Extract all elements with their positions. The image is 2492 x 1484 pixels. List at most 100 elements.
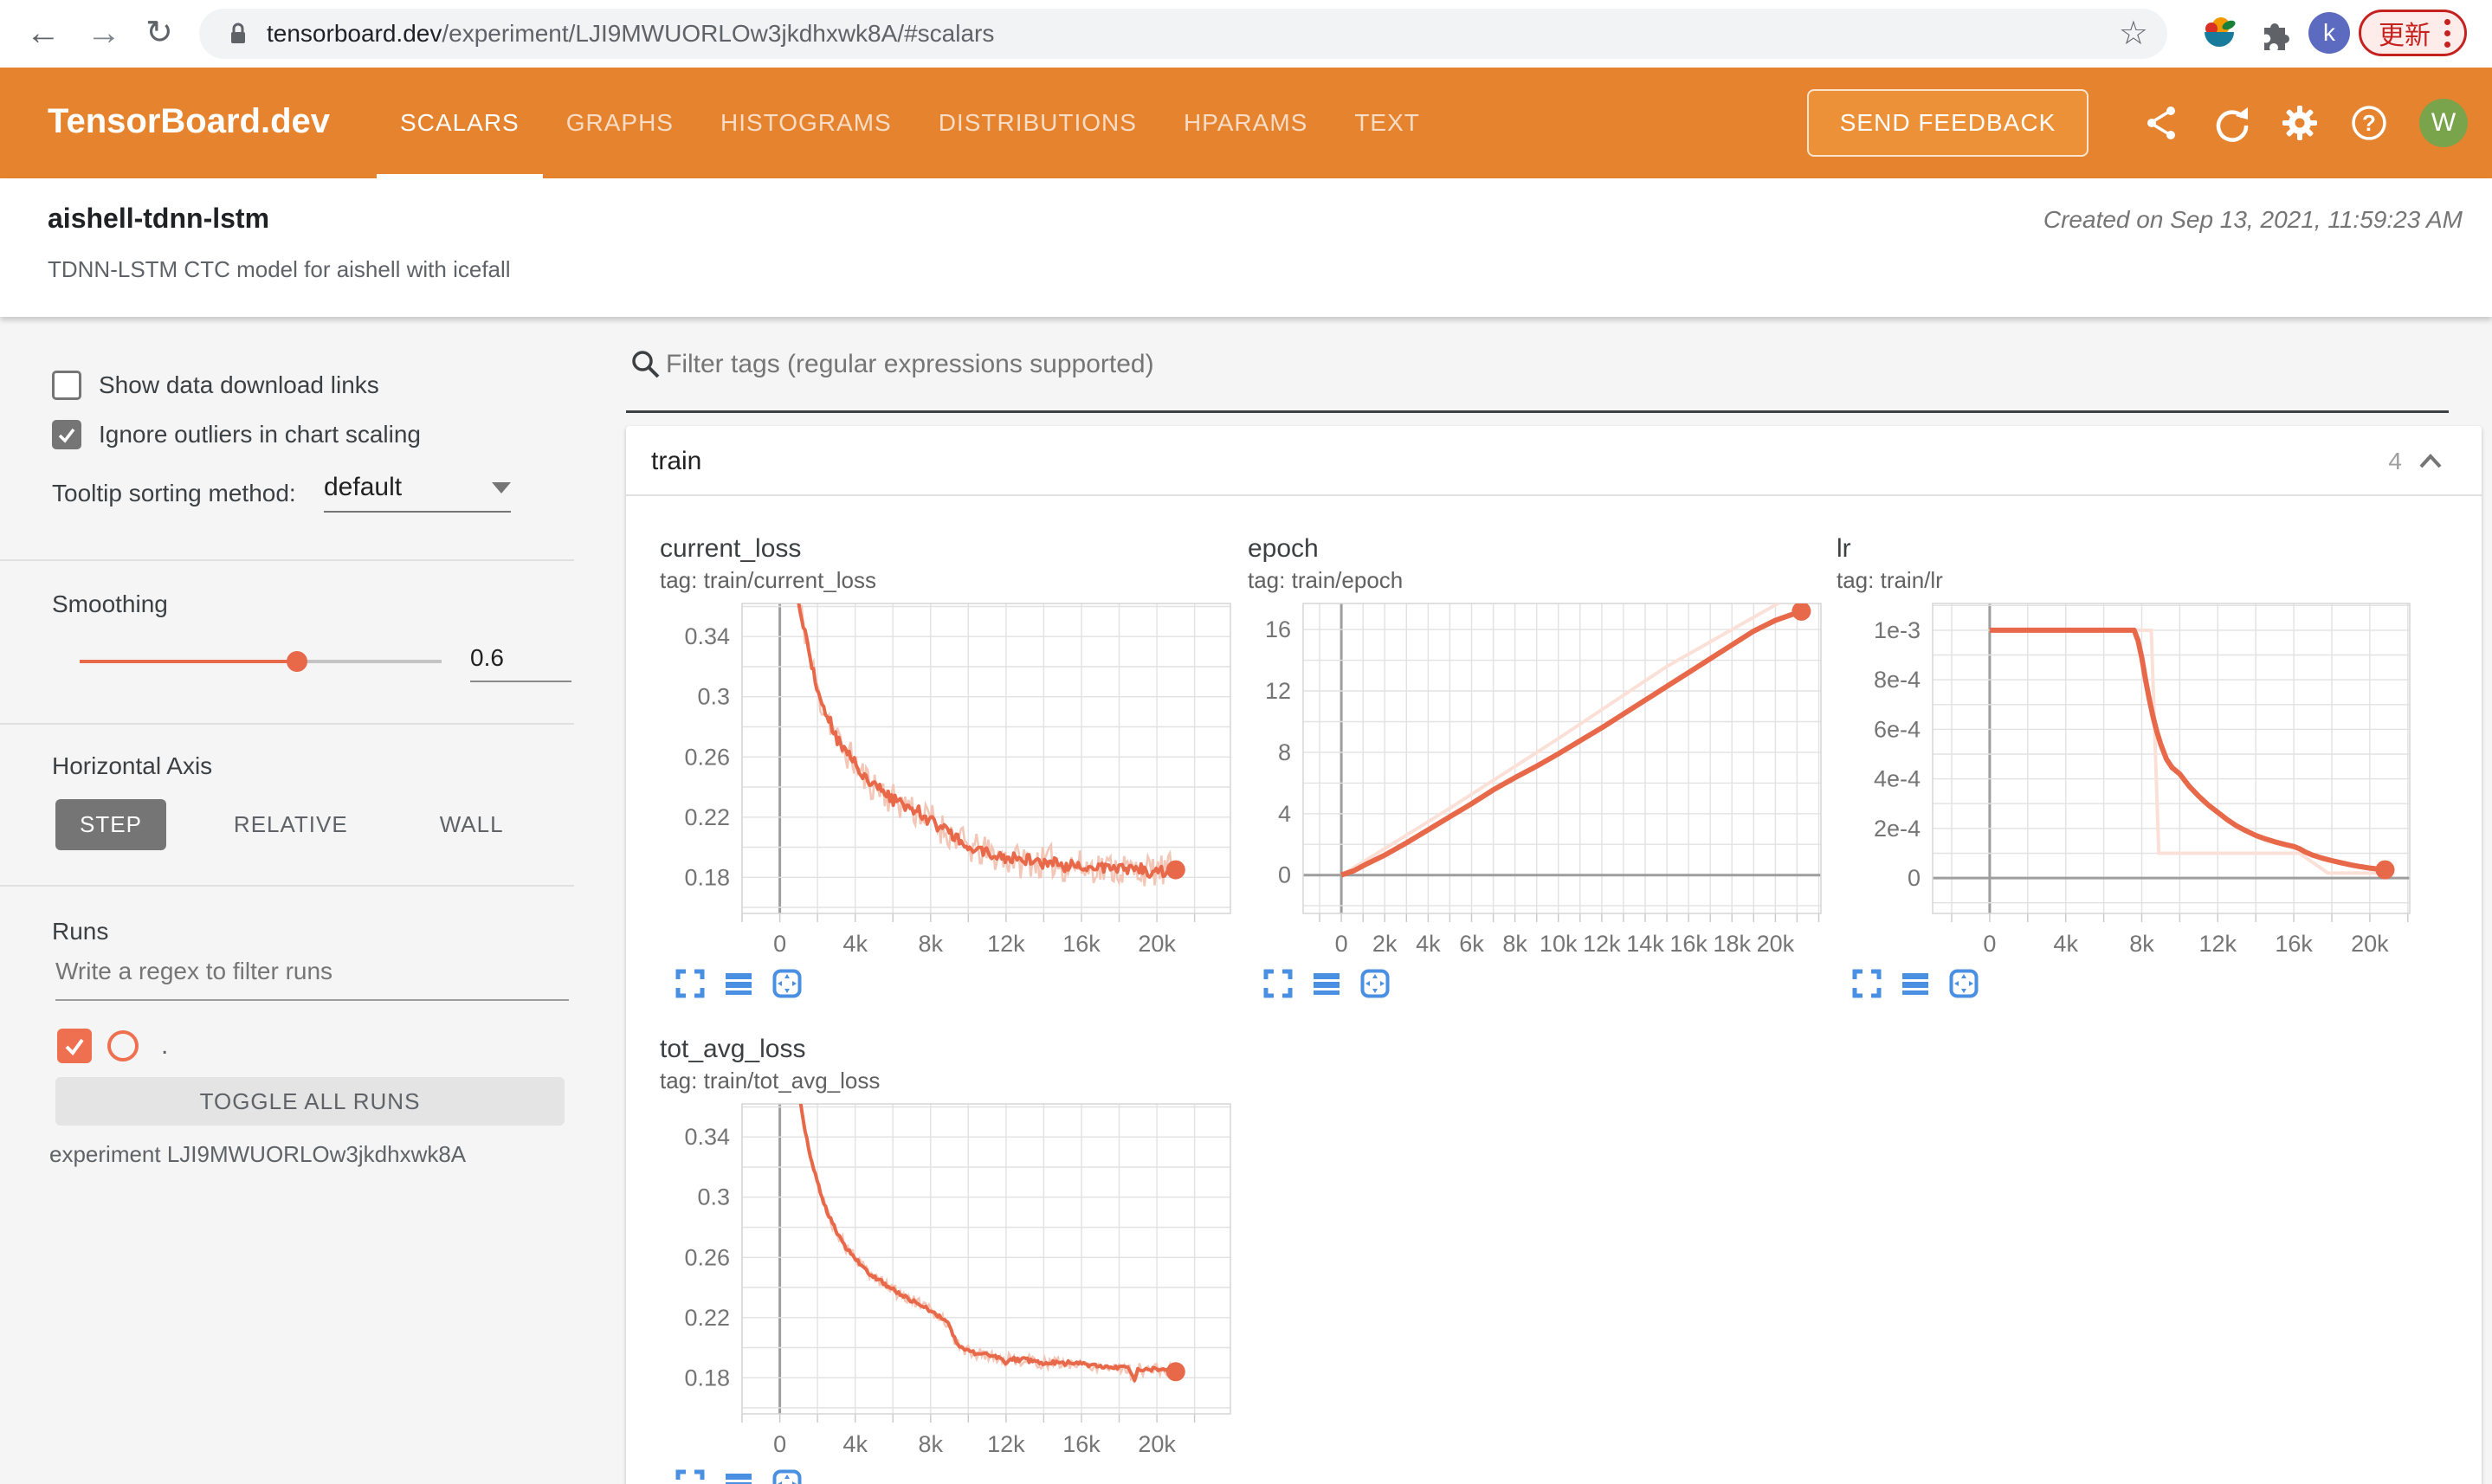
experiment-subtitle: TDNN-LSTM CTC model for aishell with ice… (48, 256, 511, 282)
svg-text:12k: 12k (987, 1431, 1025, 1457)
svg-text:8k: 8k (919, 931, 944, 957)
tab-distributions[interactable]: DISTRIBUTIONS (915, 68, 1160, 178)
svg-text:8k: 8k (919, 1431, 944, 1457)
runs-label: Runs (52, 918, 109, 945)
ignore-outliers-row[interactable]: Ignore outliers in chart scaling (52, 420, 421, 449)
extension-fruit-icon[interactable] (2200, 13, 2238, 53)
fit-domain-icon[interactable] (772, 1469, 802, 1484)
experiment-title-band: aishell-tdnn-lstm TDNN-LSTM CTC model fo… (0, 178, 2492, 317)
expand-chart-icon[interactable] (1852, 969, 1882, 998)
bookmark-star-icon[interactable]: ☆ (2119, 17, 2148, 50)
browser-menu-icon[interactable] (2444, 18, 2450, 48)
divider (0, 723, 574, 725)
settings-gear-icon[interactable] (2281, 104, 2319, 142)
svg-text:16k: 16k (1062, 931, 1101, 957)
smoothing-value[interactable]: 0.6 (470, 644, 571, 682)
experiment-id-label: experiment LJI9MWUORLOw3jkdhxwk8A (49, 1141, 467, 1167)
extensions-puzzle-icon[interactable] (2257, 16, 2292, 50)
svg-text:4k: 4k (2053, 931, 2078, 957)
svg-text:0.3: 0.3 (697, 1184, 730, 1210)
horizontal-axis-buttons: STEP RELATIVE WALL (55, 799, 528, 850)
tooltip-sorting-label: Tooltip sorting method: (52, 480, 296, 506)
fit-domain-icon[interactable] (1360, 969, 1390, 998)
browser-profile-avatar[interactable]: k (2308, 12, 2350, 54)
browser-reload-icon[interactable]: ↻ (145, 10, 173, 55)
svg-text:0: 0 (773, 1431, 786, 1457)
chart-plot[interactable]: 0 4k 8k 12k 16k 20k 0.34 0.3 0.26 0.22 0.18 (642, 602, 1244, 962)
svg-text:10k: 10k (1540, 931, 1578, 957)
chart-plot[interactable]: 0 4k 8k 12k 16k 20k 1e-3 8e-4 6e-4 4e-4 2e-4 0 (1819, 602, 2424, 962)
chevron-up-icon[interactable] (2418, 452, 2444, 471)
checkbox-unchecked-icon[interactable] (52, 371, 81, 400)
tab-scalars[interactable]: SCALARS (377, 68, 543, 178)
axis-option-step[interactable]: STEP (55, 799, 166, 850)
tooltip-sorting-select[interactable]: default (324, 473, 511, 513)
expand-chart-icon[interactable] (675, 969, 705, 998)
svg-text:4k: 4k (1416, 931, 1441, 957)
help-icon[interactable]: ? (2350, 104, 2388, 142)
svg-text:4e-4: 4e-4 (1874, 766, 1921, 792)
chart-title: tot_avg_loss (660, 1035, 806, 1063)
svg-text:6k: 6k (1459, 931, 1484, 957)
browser-update-button[interactable]: 更新 (2359, 10, 2467, 56)
tab-histograms[interactable]: HISTOGRAMS (697, 68, 915, 178)
chart-tag: tag: train/epoch (1248, 567, 1404, 593)
tab-graphs[interactable]: GRAPHS (543, 68, 697, 178)
train-card-header[interactable]: train 4 (626, 426, 2482, 496)
address-bar[interactable]: tensorboard.dev/experiment/LJI9MWUORLOw3… (199, 9, 2167, 59)
chart-title: lr (1837, 534, 1851, 563)
run-checkbox-icon[interactable] (57, 1029, 92, 1063)
filter-tags-input[interactable]: Filter tags (regular expressions support… (666, 350, 1154, 379)
expand-chart-icon[interactable] (675, 1469, 705, 1484)
runs-list-icon[interactable] (1901, 969, 1930, 998)
axis-option-relative[interactable]: RELATIVE (210, 799, 372, 850)
fit-domain-icon[interactable] (1949, 969, 1979, 998)
chart-tag: tag: train/current_loss (660, 567, 877, 593)
send-feedback-button[interactable]: SEND FEEDBACK (1807, 89, 2089, 157)
svg-text:16k: 16k (1062, 1431, 1101, 1457)
svg-text:12k: 12k (2199, 931, 2237, 957)
browser-back-icon[interactable]: ← (26, 10, 61, 55)
toggle-all-runs-button[interactable]: TOGGLE ALL RUNS (55, 1077, 565, 1126)
settings-sidebar: Show data download links Ignore outliers… (0, 317, 606, 1484)
chart-plot[interactable]: 0 2k 4k 6k 8k 10k 12k 14k 16k 18k 20k 16 12 8 4 0 (1230, 602, 1835, 962)
refresh-icon[interactable] (2211, 104, 2250, 142)
tab-text[interactable]: TEXT (1331, 68, 1443, 178)
svg-text:12k: 12k (1583, 931, 1621, 957)
expand-chart-icon[interactable] (1263, 969, 1293, 998)
run-name: . (161, 1031, 169, 1060)
svg-text:?: ? (2362, 110, 2376, 136)
chart-plot[interactable]: 0 4k 8k 12k 16k 20k 0.34 0.3 0.26 0.22 0.18 (642, 1102, 1244, 1462)
svg-text:20k: 20k (1757, 931, 1795, 957)
svg-text:16k: 16k (2275, 931, 2313, 957)
show-download-links-label: Show data download links (99, 371, 379, 398)
url-text: tensorboard.dev/experiment/LJI9MWUORLOw3… (267, 20, 995, 47)
brand-logo[interactable]: TensorBoard.dev (48, 102, 330, 141)
svg-text:6e-4: 6e-4 (1874, 716, 1921, 742)
smoothing-slider[interactable] (80, 649, 442, 674)
run-row[interactable]: . (57, 1029, 168, 1063)
show-download-links-row[interactable]: Show data download links (52, 371, 379, 400)
axis-option-wall[interactable]: WALL (416, 799, 528, 850)
tab-hparams[interactable]: HPARAMS (1160, 68, 1331, 178)
browser-forward-icon[interactable]: → (87, 10, 121, 55)
run-color-ring-icon[interactable] (107, 1030, 139, 1061)
runs-filter-input[interactable]: Write a regex to filter runs (55, 958, 569, 1001)
svg-text:0: 0 (773, 931, 786, 957)
svg-text:4: 4 (1278, 801, 1291, 827)
runs-list-icon[interactable] (724, 969, 753, 998)
browser-chrome: ← → ↻ tensorboard.dev/experiment/LJI9MWU… (0, 0, 2492, 68)
svg-text:20k: 20k (1138, 1431, 1176, 1457)
svg-text:0.34: 0.34 (684, 1124, 730, 1150)
chart-title: epoch (1248, 534, 1319, 563)
share-icon[interactable] (2142, 104, 2180, 142)
fit-domain-icon[interactable] (772, 969, 802, 998)
checkbox-checked-icon[interactable] (52, 420, 81, 449)
runs-list-icon[interactable] (724, 1469, 753, 1484)
chart-count: 4 (2388, 447, 2402, 474)
user-avatar[interactable]: W (2419, 99, 2468, 147)
slider-knob[interactable] (286, 651, 307, 672)
search-icon (632, 351, 660, 378)
runs-list-icon[interactable] (1312, 969, 1341, 998)
tooltip-sorting-row: Tooltip sorting method: default (52, 473, 571, 513)
